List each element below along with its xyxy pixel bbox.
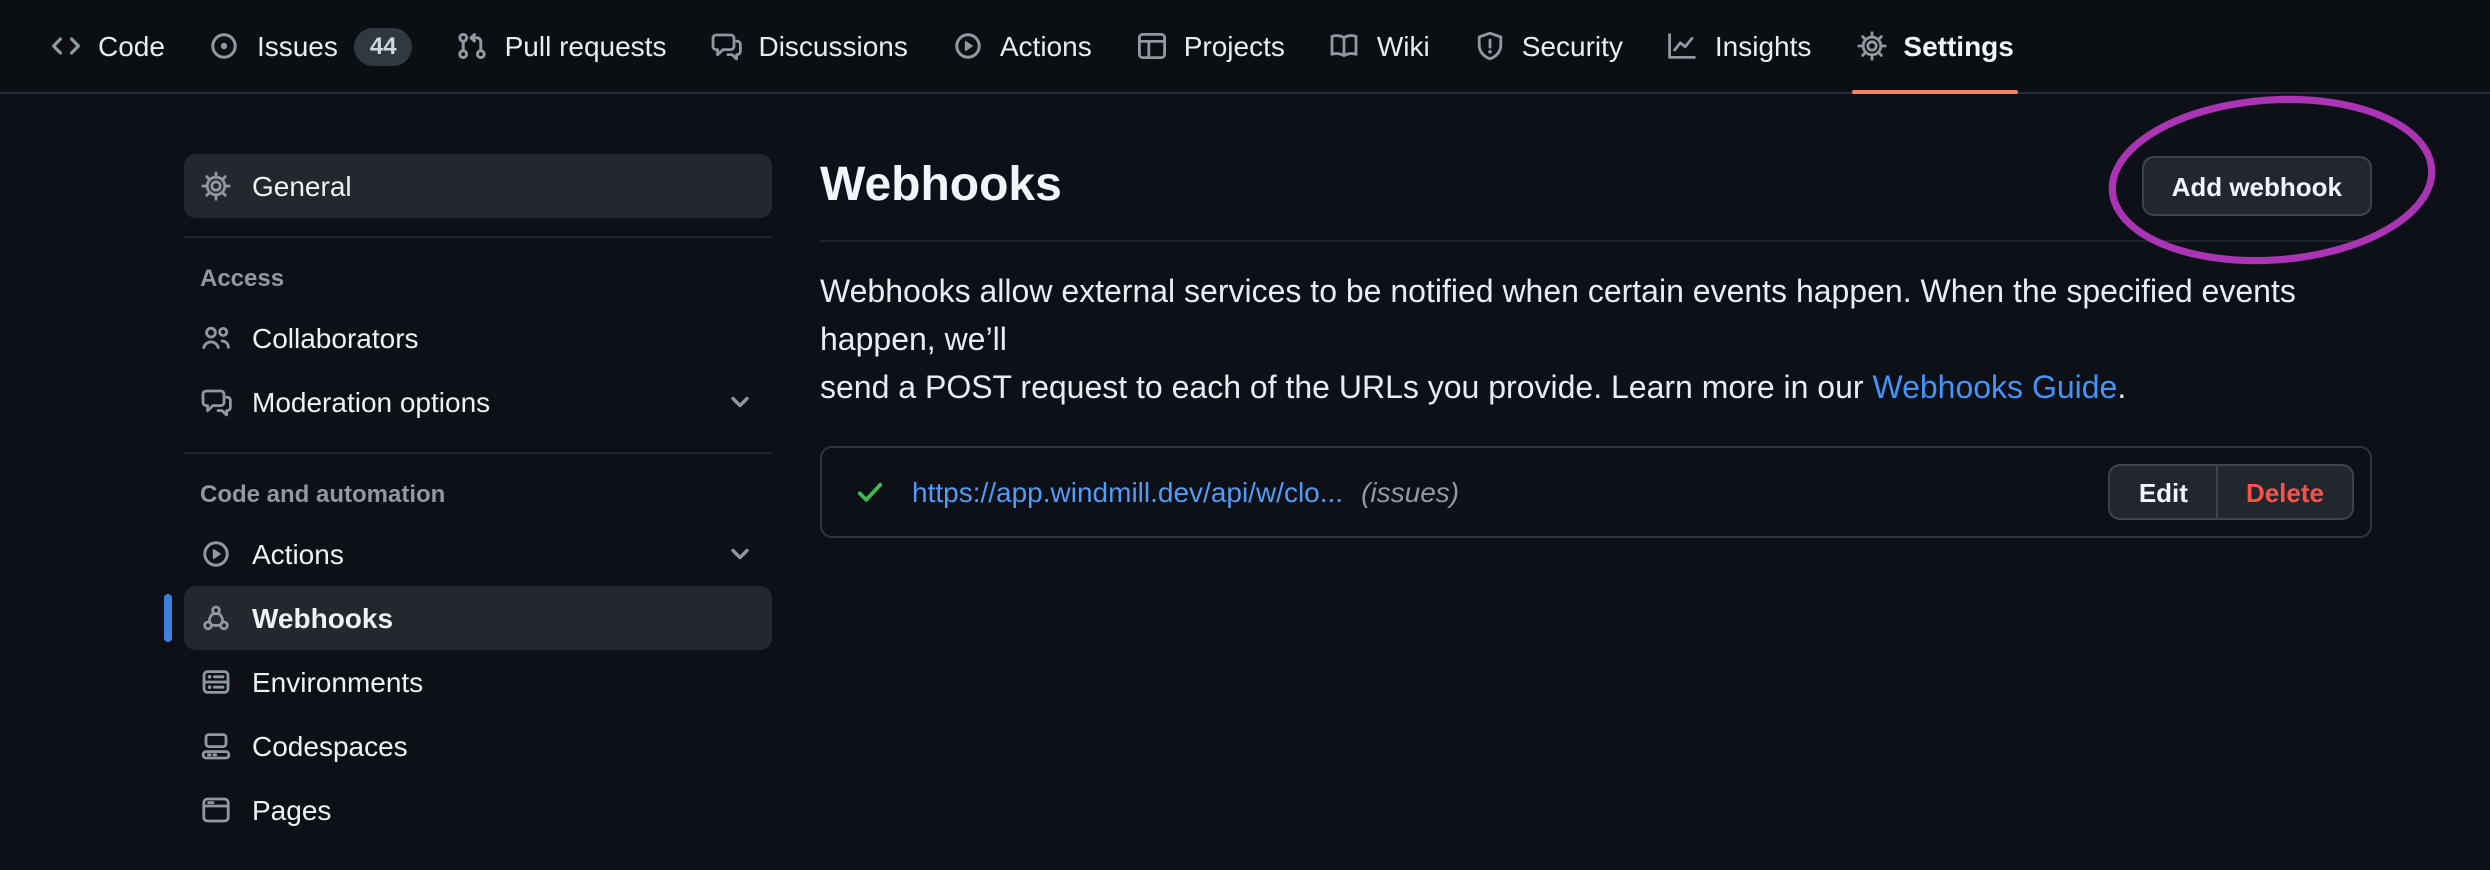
webhook-actions-group: Edit Delete xyxy=(2109,464,2354,520)
delete-webhook-button[interactable]: Delete xyxy=(2216,466,2352,518)
gear-icon xyxy=(1855,30,1887,62)
webhooks-panel: Webhooks Add webhook Webhooks allow exte… xyxy=(820,94,2372,538)
tab-label: Actions xyxy=(1000,30,1092,62)
tab-wiki[interactable]: Wiki xyxy=(1307,0,1452,92)
tab-label: Projects xyxy=(1184,30,1285,62)
codespaces-icon xyxy=(200,730,232,762)
webhook-row: https://app.windmill.dev/api/w/clo... (i… xyxy=(820,446,2372,538)
sidebar-item-collaborators[interactable]: Collaborators xyxy=(184,306,772,370)
sidebar-item-label: Environments xyxy=(252,666,423,698)
people-icon xyxy=(200,322,232,354)
tab-actions[interactable]: Actions xyxy=(930,0,1114,92)
book-icon xyxy=(1329,30,1361,62)
table-icon xyxy=(1136,30,1168,62)
edit-webhook-button[interactable]: Edit xyxy=(2111,466,2216,518)
sidebar-item-label: Actions xyxy=(252,538,344,570)
description-line2: send a POST request to each of the URLs … xyxy=(820,372,1872,406)
shield-icon xyxy=(1474,30,1506,62)
chevron-down-icon[interactable] xyxy=(724,538,756,570)
check-icon xyxy=(854,476,886,508)
webhooks-header: Webhooks Add webhook xyxy=(820,150,2372,222)
tab-label: Issues xyxy=(257,30,338,62)
sidebar-item-codespaces[interactable]: Codespaces xyxy=(184,714,772,778)
git-pull-request-icon xyxy=(457,30,489,62)
gear-icon xyxy=(200,170,232,202)
tab-label: Insights xyxy=(1715,30,1812,62)
play-icon xyxy=(952,30,984,62)
graph-icon xyxy=(1667,30,1699,62)
webhooks-guide-link[interactable]: Webhooks Guide xyxy=(1872,372,2117,406)
add-webhook-button[interactable]: Add webhook xyxy=(2142,156,2372,216)
play-icon xyxy=(200,538,232,570)
sidebar-item-pages[interactable]: Pages xyxy=(184,778,772,842)
tab-insights[interactable]: Insights xyxy=(1645,0,1834,92)
tab-label: Code xyxy=(98,30,165,62)
tab-label: Pull requests xyxy=(505,30,667,62)
sidebar-item-label: Pages xyxy=(252,794,331,826)
environments-icon xyxy=(200,666,232,698)
webhook-url-link[interactable]: https://app.windmill.dev/api/w/clo... xyxy=(912,476,1343,508)
settings-sidebar: General Access Collaborators Moderation … xyxy=(184,94,772,842)
sidebar-item-label: Codespaces xyxy=(252,730,408,762)
comment-discussion-icon xyxy=(710,30,742,62)
tab-issues[interactable]: Issues 44 xyxy=(187,0,435,92)
sidebar-section-code-and-automation: Code and automation xyxy=(184,454,772,522)
issues-count-badge: 44 xyxy=(354,27,413,65)
tab-discussions[interactable]: Discussions xyxy=(688,0,929,92)
tab-security[interactable]: Security xyxy=(1452,0,1645,92)
sidebar-item-moderation-options[interactable]: Moderation options xyxy=(184,370,772,434)
settings-layout: General Access Collaborators Moderation … xyxy=(0,94,2490,842)
sidebar-item-webhooks[interactable]: Webhooks xyxy=(184,586,772,650)
browser-icon xyxy=(200,794,232,826)
description-period: . xyxy=(2117,372,2126,406)
chevron-down-icon[interactable] xyxy=(724,386,756,418)
description-line1: Webhooks allow external services to be n… xyxy=(820,276,2296,358)
sidebar-item-environments[interactable]: Environments xyxy=(184,650,772,714)
tab-projects[interactable]: Projects xyxy=(1114,0,1307,92)
header-divider xyxy=(820,240,2372,242)
tab-code[interactable]: Code xyxy=(28,0,187,92)
sidebar-item-label: Moderation options xyxy=(252,386,490,418)
tab-label: Wiki xyxy=(1377,30,1430,62)
repo-settings-page: Code Issues 44 Pull requests Discussions… xyxy=(0,0,2490,870)
sidebar-section-access: Access xyxy=(184,238,772,306)
comment-discussion-icon xyxy=(200,386,232,418)
tab-label: Security xyxy=(1522,30,1623,62)
sidebar-item-actions[interactable]: Actions xyxy=(184,522,772,586)
repo-tab-nav: Code Issues 44 Pull requests Discussions… xyxy=(0,0,2490,94)
sidebar-item-label: Webhooks xyxy=(252,602,393,634)
tab-pull-requests[interactable]: Pull requests xyxy=(435,0,689,92)
webhooks-description: Webhooks allow external services to be n… xyxy=(820,270,2372,414)
issue-opened-icon xyxy=(209,30,241,62)
code-icon xyxy=(50,30,82,62)
webhook-events-label: (issues) xyxy=(1361,476,1459,508)
tab-label: Discussions xyxy=(758,30,907,62)
sidebar-item-label: General xyxy=(252,170,352,202)
webhook-icon xyxy=(200,602,232,634)
page-title: Webhooks xyxy=(820,150,1062,222)
sidebar-item-general[interactable]: General xyxy=(184,154,772,218)
tab-settings[interactable]: Settings xyxy=(1833,0,2035,92)
sidebar-item-label: Collaborators xyxy=(252,322,419,354)
tab-label: Settings xyxy=(1903,30,2013,62)
